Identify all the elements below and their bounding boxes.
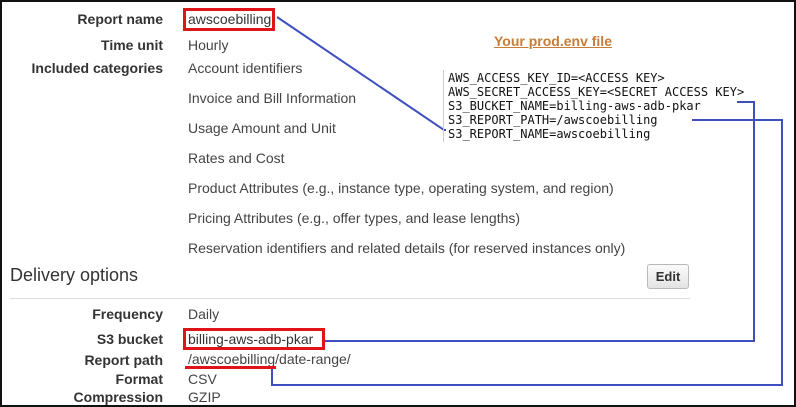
env-line: AWS_SECRET_ACCESS_KEY=<SECRET ACCESS KEY… xyxy=(448,85,747,99)
category-item: Rates and Cost xyxy=(188,150,285,166)
report-path-label: Report path xyxy=(84,352,163,368)
frequency-value: Daily xyxy=(188,306,220,322)
included-categories-label: Included categories xyxy=(31,60,163,76)
format-value: CSV xyxy=(188,371,217,387)
env-line: S3_BUCKET_NAME=billing-aws-adb-pkar xyxy=(448,99,703,113)
env-file-code-block: AWS_ACCESS_KEY_ID=<ACCESS KEY> AWS_SECRE… xyxy=(443,70,784,142)
category-item: Account identifiers xyxy=(188,60,303,76)
compression-label: Compression xyxy=(73,389,163,405)
edit-button[interactable]: Edit xyxy=(647,264,689,289)
s3-bucket-value: billing-aws-adb-pkar xyxy=(188,331,314,347)
env-line: AWS_ACCESS_KEY_ID=<ACCESS KEY> xyxy=(448,71,667,85)
env-line: S3_REPORT_NAME=awscoebilling xyxy=(448,127,653,141)
time-unit-value: Hourly xyxy=(188,37,229,53)
s3-bucket-label: S3 bucket xyxy=(96,331,163,347)
report-path-underline xyxy=(185,366,276,369)
compression-value: GZIP xyxy=(188,389,221,405)
time-unit-label: Time unit xyxy=(101,37,163,53)
report-name-value: awscoebilling xyxy=(188,11,272,27)
category-item: Product Attributes (e.g., instance type,… xyxy=(188,180,614,196)
env-file-title: Your prod.env file xyxy=(494,33,612,49)
format-label: Format xyxy=(115,371,163,387)
category-item: Reservation identifiers and related deta… xyxy=(188,240,626,256)
category-item: Usage Amount and Unit xyxy=(188,120,336,136)
env-line: S3_REPORT_PATH=/awscoebilling xyxy=(448,113,660,127)
report-name-label: Report name xyxy=(77,11,163,27)
category-item: Pricing Attributes (e.g., offer types, a… xyxy=(188,210,521,226)
annotated-screenshot-frame: Report name awscoebilling Time unit Hour… xyxy=(0,0,796,407)
section-divider xyxy=(10,298,690,299)
delivery-options-heading: Delivery options xyxy=(10,265,139,285)
category-item: Invoice and Bill Information xyxy=(188,90,357,106)
frequency-label: Frequency xyxy=(92,306,163,322)
